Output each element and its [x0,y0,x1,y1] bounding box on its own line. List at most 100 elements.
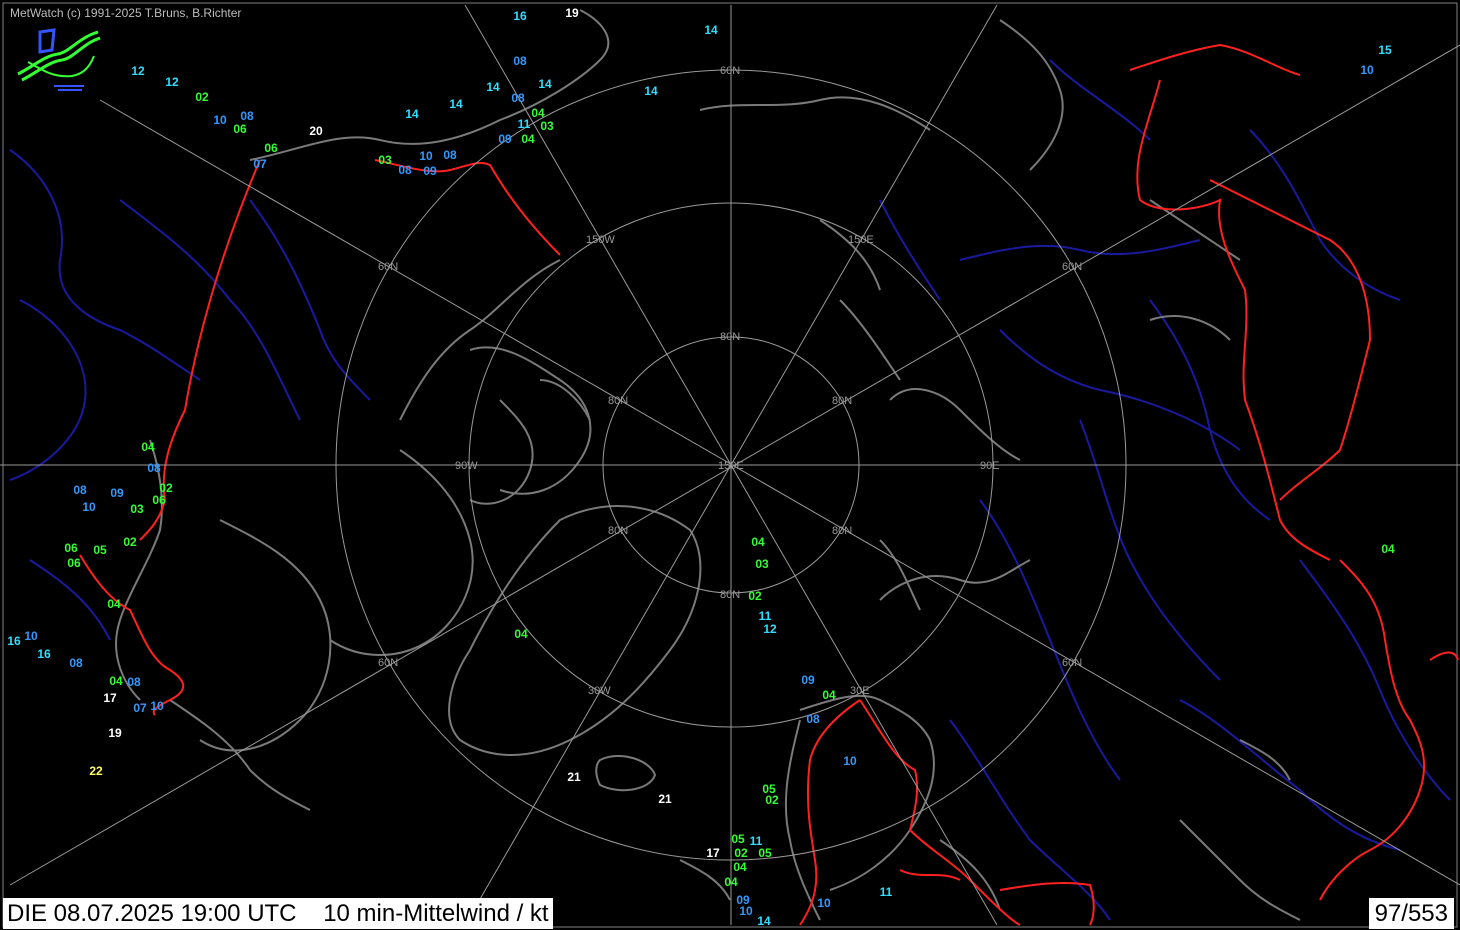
wind-observation: 04 [1381,542,1395,556]
wind-observation: 14 [704,23,718,37]
wind-observation: 14 [405,107,419,121]
wind-observation: 09 [801,673,815,687]
metwatch-logo-icon [17,28,101,91]
grid-label-80n: 80N [608,525,628,537]
wind-observation: 14 [644,84,658,98]
wind-observation: 09 [110,486,124,500]
wind-observation: 21 [658,792,672,806]
wind-observation: 03 [378,153,392,167]
grid-label-center: 150E [718,460,744,472]
footer-datetime: DIE 08.07.2025 19:00 UTC [7,900,297,927]
wind-observation: 02 [734,846,748,860]
grid-label-30w: 30W [588,685,611,697]
wind-observation: 14 [449,97,463,111]
wind-observation: 08 [443,148,457,162]
wind-observation: 04 [531,106,545,120]
wind-observation: 19 [565,6,579,20]
wind-observation: 04 [724,875,738,889]
grid-label-60n: 60N [1062,657,1082,669]
grid-label-80n: 80N [720,589,740,601]
wind-observation: 07 [133,701,147,715]
wind-observation: 21 [567,770,581,784]
wind-observation: 05 [93,543,107,557]
wind-observation: 17 [103,691,117,705]
wind-observation: 02 [195,90,209,104]
wind-observation: 05 [731,832,745,846]
wind-observation: 08 [511,91,525,105]
wind-observation: 03 [755,557,769,571]
wind-observation: 08 [513,54,527,68]
wind-observation: 10 [82,500,96,514]
wind-observation: 07 [253,157,267,171]
wind-observation: 09 [498,132,512,146]
footer-counter: 97/553 [1368,898,1454,929]
wind-observation: 04 [109,674,123,688]
wind-observation: 08 [69,656,83,670]
wind-observation: 10 [1360,63,1374,77]
wind-observation: 08 [73,483,87,497]
wind-observation: 11 [880,885,893,899]
grid-label-150w: 150W [586,234,615,246]
grid-label-30e: 30E [850,685,870,697]
polar-stereographic-map: 60N 60N 60N 60N 60N 80N 80N 80N 80N 80N … [0,0,1460,930]
wind-observation: 14 [486,80,500,94]
wind-observation: 10 [24,629,38,643]
wind-observation: 08 [398,163,412,177]
wind-observation: 03 [540,119,554,133]
wind-observation: 02 [765,793,779,807]
wind-observation: 06 [152,493,166,507]
wind-observation: 04 [141,440,155,454]
wind-observation: 11 [759,609,772,623]
grid-label-150e: 150E [848,234,874,246]
grid-label-80n: 80N [832,525,852,537]
wind-observation: 04 [514,627,528,641]
grid-label-60n: 60N [378,261,398,273]
wind-observation: 06 [233,122,247,136]
grid-label-80n: 80N [608,395,628,407]
wind-observation: 12 [763,622,777,636]
wind-observation: 04 [822,688,836,702]
copyright-credit: MetWatch (c) 1991-2025 T.Bruns, B.Richte… [10,6,242,20]
wind-observation: 04 [733,860,747,874]
wind-observation: 02 [748,589,762,603]
wind-observation: 17 [706,846,720,860]
grid-label-80n: 80N [832,395,852,407]
wind-observation: 10 [843,754,857,768]
wind-observation: 02 [123,535,137,549]
wind-observation: 08 [240,109,254,123]
grid-label-90w: 90W [455,460,478,472]
wind-observation: 16 [37,647,51,661]
wind-observation: 10 [817,896,831,910]
grid-label-60n: 60N [378,657,398,669]
wind-observation: 10 [213,113,227,127]
wind-observation: 10 [150,699,164,713]
wind-observation: 22 [89,764,103,778]
grid-label-60n: 60N [1062,261,1082,273]
wind-observation: 08 [806,712,820,726]
footer-datetime-bar: DIE 08.07.2025 19:00 UTC 10 min-Mittelwi… [3,898,553,929]
wind-observation: 04 [751,535,765,549]
wind-observation: 08 [147,461,161,475]
wind-observation: 10 [739,904,753,918]
grid-label-90e: 90E [980,460,1000,472]
grid-label-60n: 60N [720,65,740,77]
wind-observation: 20 [309,124,323,138]
wind-observation: 14 [757,914,771,928]
footer-product: 10 min-Mittelwind / kt [323,900,549,927]
wind-observation: 11 [518,117,531,131]
wind-observation: 06 [67,556,81,570]
wind-observation: 14 [538,77,552,91]
wind-observation: 16 [513,9,527,23]
wind-observation: 04 [107,597,121,611]
wind-observation: 06 [264,141,278,155]
grid-label-80n: 80N [720,331,740,343]
wind-observation: 06 [64,541,78,555]
wind-observation: 04 [521,132,535,146]
wind-observation: 15 [1378,43,1392,57]
map-frame: 60N 60N 60N 60N 60N 80N 80N 80N 80N 80N … [0,0,1460,930]
wind-observation: 12 [131,64,145,78]
wind-observation: 08 [127,675,141,689]
wind-observation: 16 [7,634,21,648]
wind-observation: 19 [108,726,122,740]
wind-observation: 05 [758,846,772,860]
